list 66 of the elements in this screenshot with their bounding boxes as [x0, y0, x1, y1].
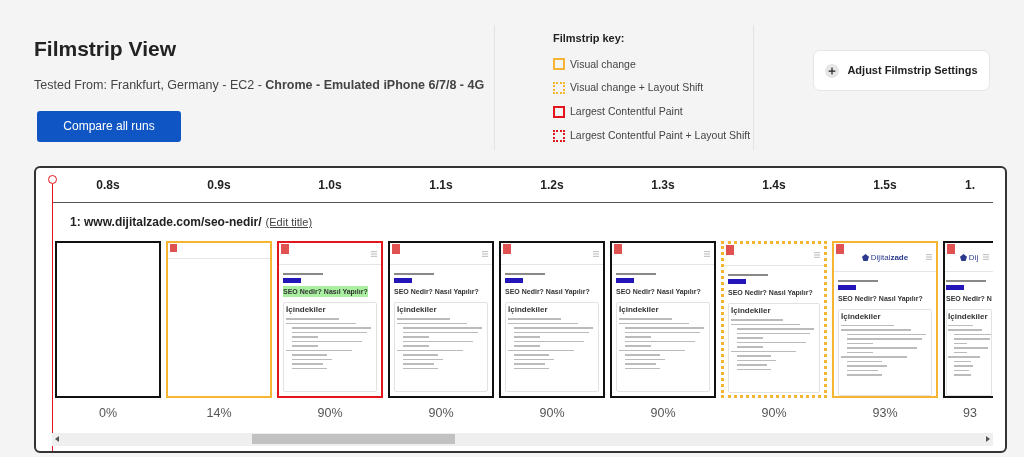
run-title: 1: www.dijitalzade.com/seo-nedir/ — [70, 214, 262, 231]
breadcrumb-bar — [838, 280, 878, 283]
category-badge — [394, 278, 412, 283]
contents-title: İçindekiler — [508, 305, 549, 315]
key-swatch — [553, 129, 565, 142]
menu-icon — [370, 249, 378, 258]
edit-title-link[interactable]: (Edit title) — [265, 213, 313, 231]
menu-icon — [982, 253, 990, 262]
frame-time: 1.1s — [429, 177, 453, 194]
key-label: Largest Contentful Paint + Layout Shift — [570, 127, 751, 143]
compare-runs-button[interactable]: Compare all runs — [37, 110, 181, 142]
completeness-percent: 93 — [962, 405, 977, 422]
key-swatch — [553, 58, 565, 71]
category-badge — [728, 279, 746, 284]
completeness-percent: 14% — [206, 405, 232, 422]
menu-icon — [592, 249, 600, 258]
key-label: Visual change + Layout Shift — [570, 80, 704, 96]
test-info: Tested From: Frankfurt, Germany - EC2 - Chrome - Emulated iPhone 6/7/8 - 4G — [34, 77, 485, 94]
key-swatch — [553, 82, 565, 95]
logo-text: Dij — [968, 252, 979, 262]
frame-time: 0.8s — [96, 177, 120, 194]
logo-icon — [959, 253, 967, 261]
page-title: Filmstrip View — [34, 36, 176, 62]
key-label: Largest Contentful Paint — [570, 104, 683, 119]
completeness-percent: 90% — [539, 405, 565, 422]
logo-text: Dijitalzade — [870, 252, 909, 262]
category-badge — [838, 285, 856, 290]
contents-title: İçindekiler — [731, 306, 772, 316]
completeness-percent: 90% — [650, 405, 676, 422]
contents-title: İçindekiler — [948, 312, 989, 322]
filmstrip-frame[interactable] — [55, 241, 161, 398]
frame-time: 1.3s — [651, 177, 675, 194]
completeness-percent: 90% — [428, 405, 454, 422]
frame-time: 1.0s — [318, 177, 342, 194]
menu-icon — [481, 249, 489, 258]
contents-title: İçindekiler — [397, 305, 438, 315]
plus-icon — [827, 65, 838, 76]
scroll-right-icon[interactable] — [986, 436, 990, 443]
scroll-left-icon[interactable] — [55, 436, 59, 443]
frame-time: 1.5s — [873, 177, 897, 194]
frame-time: 1.4s — [762, 177, 786, 194]
completeness-percent: 0% — [98, 405, 118, 422]
contents-title: İçindekiler — [841, 312, 882, 322]
frame-time: 1.2s — [540, 177, 564, 194]
category-badge — [946, 285, 964, 290]
horizontal-scrollbar[interactable] — [52, 432, 993, 446]
logo-icon — [861, 253, 869, 261]
category-badge — [283, 278, 301, 283]
menu-icon — [925, 253, 933, 262]
category-badge — [616, 278, 634, 283]
completeness-percent: 93% — [872, 405, 898, 422]
breadcrumb-bar — [946, 280, 986, 283]
menu-icon — [813, 250, 821, 259]
contents-title: İçindekiler — [619, 305, 660, 315]
category-badge — [505, 278, 523, 283]
menu-icon — [703, 249, 711, 258]
key-title: Filmstrip key: — [553, 31, 626, 46]
key-swatch — [553, 105, 565, 118]
completeness-percent: 90% — [761, 405, 787, 422]
adjust-settings-button[interactable]: Adjust Filmstrip Settings — [813, 50, 990, 91]
key-label: Visual change — [570, 56, 636, 72]
frame-time: 1. — [965, 177, 975, 194]
completeness-percent: 90% — [317, 405, 343, 422]
frame-time: 0.9s — [207, 177, 231, 194]
contents-title: İçindekiler — [286, 305, 327, 315]
scrollbar-thumb[interactable] — [252, 434, 455, 445]
